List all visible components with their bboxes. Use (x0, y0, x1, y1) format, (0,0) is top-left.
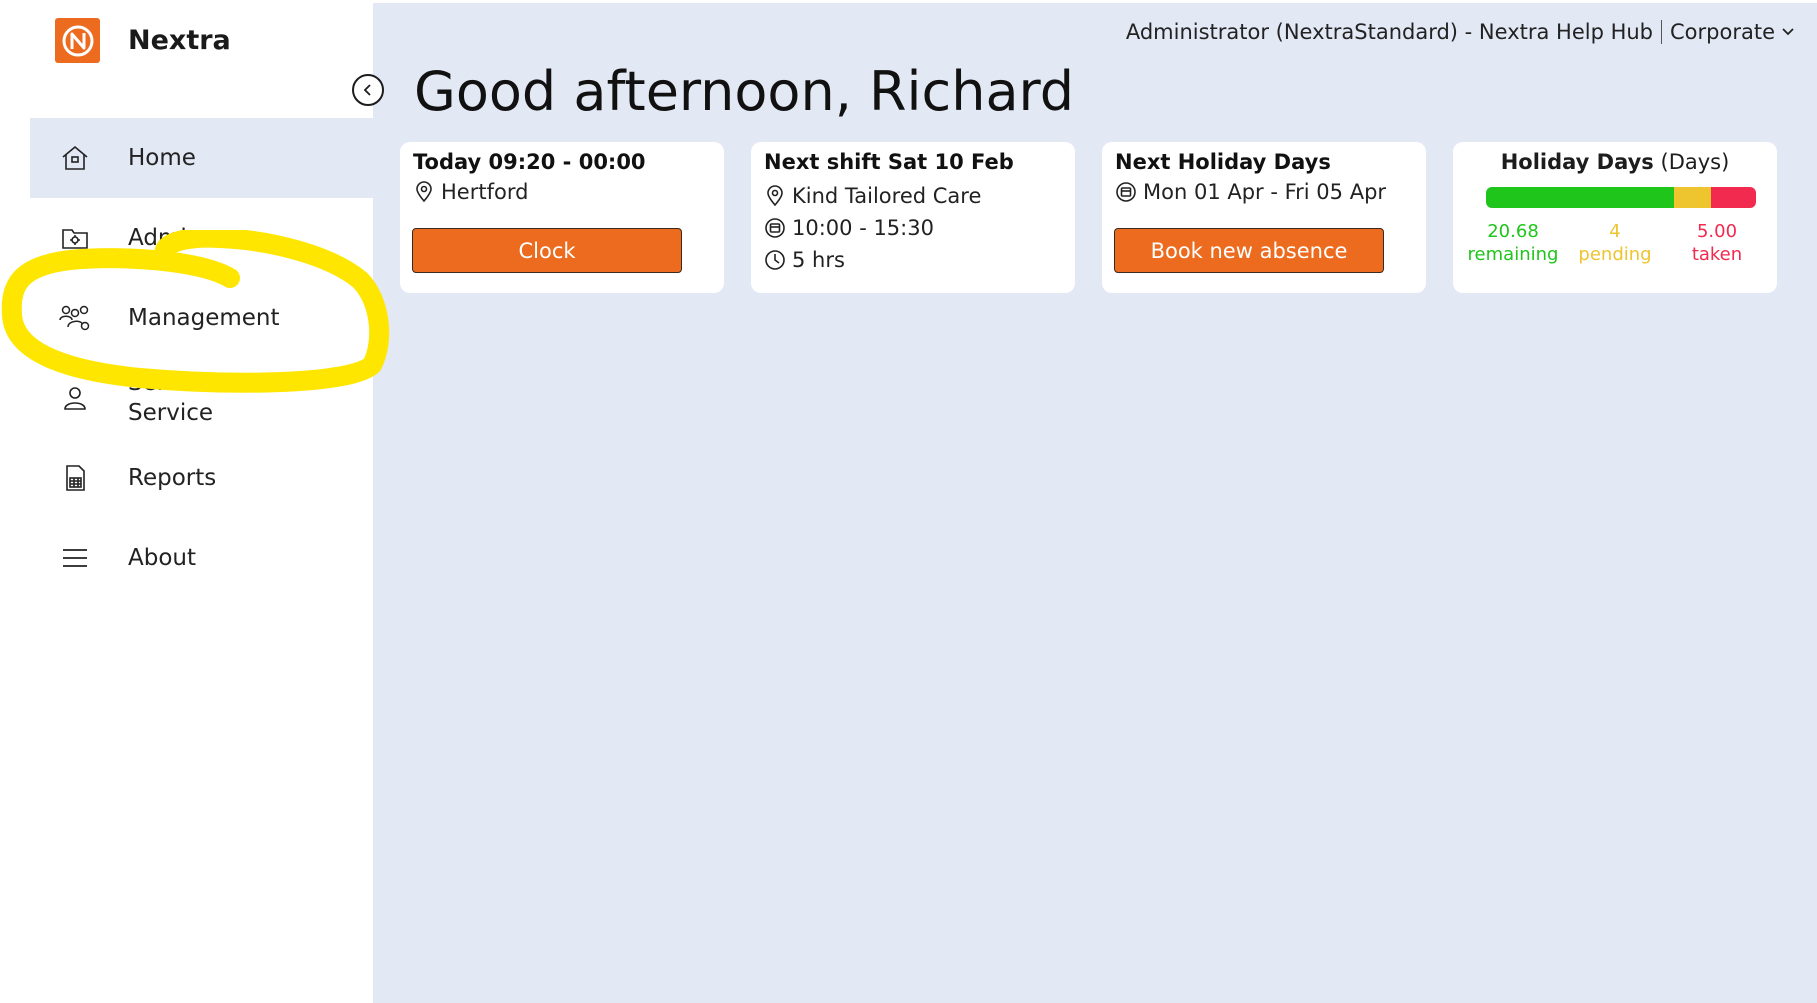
shift-place-row: Kind Tailored Care (764, 184, 1062, 208)
header-user-menu[interactable]: Administrator (NextraStandard) - Nextra … (1126, 20, 1795, 44)
today-title: Today 09:20 - 00:00 (413, 150, 646, 174)
taken-segment (1710, 187, 1756, 208)
collapse-sidebar-button[interactable] (352, 74, 384, 106)
pending-stat: 4 pending (1565, 220, 1665, 266)
page-greeting: Good afternoon, Richard (414, 60, 1075, 123)
remaining-stat: 20.68 remaining (1463, 220, 1563, 266)
sidebar-item-label: About (128, 545, 197, 571)
management-people-icon (58, 301, 92, 335)
next-shift-title: Next shift Sat 10 Feb (764, 150, 1014, 174)
next-holiday-title: Next Holiday Days (1115, 150, 1331, 174)
shift-time: 10:00 - 15:30 (792, 216, 934, 240)
org-selector[interactable]: Corporate (1670, 20, 1775, 44)
sidebar-item-label: Management (128, 305, 280, 331)
report-icon (58, 461, 92, 495)
sidebar-item-self-service[interactable]: Self- Service (30, 358, 373, 438)
taken-stat: 5.00 taken (1667, 220, 1767, 266)
next-shift-card: Next shift Sat 10 Feb Kind Tailored Care… (751, 142, 1075, 293)
user-info: Administrator (NextraStandard) - Nextra … (1125, 20, 1654, 44)
today-location-row: Hertford (413, 180, 711, 204)
holiday-days-unit: (Days) (1660, 150, 1730, 174)
shift-time-row: 10:00 - 15:30 (764, 216, 1062, 240)
holiday-stats: 20.68 remaining 4 pending 5.00 taken (1463, 220, 1767, 266)
remaining-value: 20.68 (1487, 221, 1539, 242)
sidebar-item-about[interactable]: About (30, 518, 373, 598)
chevron-left-icon (363, 84, 371, 96)
holiday-days-title: Holiday Days (Days) (1466, 150, 1764, 174)
location-pin-icon (413, 181, 435, 203)
pending-label: pending (1578, 244, 1652, 265)
next-holiday-card: Next Holiday Days Mon 01 Apr - Fri 05 Ap… (1102, 142, 1426, 293)
home-icon (58, 141, 92, 175)
sidebar-item-management[interactable]: Management (30, 278, 373, 358)
today-card: Today 09:20 - 00:00 Hertford Clock (400, 142, 724, 293)
remaining-label: remaining (1467, 244, 1559, 265)
sidebar-item-label: Home (128, 145, 196, 171)
sidebar-item-label: Self- Service (128, 370, 214, 426)
admin-folder-icon (58, 221, 92, 255)
sidebar-item-label: Admin (128, 225, 202, 251)
chevron-down-icon (1782, 28, 1794, 36)
sidebar: Nextra Home Admin Management Self- Servi… (0, 0, 373, 1003)
sidebar-item-admin[interactable]: Admin (30, 198, 373, 278)
shift-duration-row: 5 hrs (764, 248, 1062, 272)
today-location: Hertford (441, 180, 529, 204)
clock-icon (764, 249, 786, 271)
taken-value: 5.00 (1696, 221, 1738, 242)
remaining-segment (1486, 187, 1675, 208)
shift-duration: 5 hrs (792, 248, 845, 272)
holiday-days-card: Holiday Days (Days) 20.68 remaining 4 pe… (1453, 142, 1777, 293)
sidebar-item-reports[interactable]: Reports (30, 438, 373, 518)
shift-place: Kind Tailored Care (792, 184, 982, 208)
location-pin-icon (764, 185, 786, 207)
holiday-dates-row: Mon 01 Apr - Fri 05 Apr (1115, 180, 1413, 204)
calendar-icon (1115, 181, 1137, 203)
holiday-days-title-text: Holiday Days (1500, 150, 1654, 174)
book-new-absence-button[interactable]: Book new absence (1114, 228, 1384, 273)
holiday-progress-bar (1486, 187, 1756, 208)
app-name: Nextra (128, 25, 231, 56)
holiday-dates: Mon 01 Apr - Fri 05 Apr (1143, 180, 1387, 204)
sidebar-nav: Home Admin Management Self- Service Repo… (30, 118, 373, 598)
taken-label: taken (1691, 244, 1743, 265)
user-icon (58, 381, 92, 415)
pending-segment (1674, 187, 1711, 208)
clock-button[interactable]: Clock (412, 228, 682, 273)
calendar-icon (764, 217, 786, 239)
sidebar-item-label: Reports (128, 465, 217, 491)
pending-value: 4 (1609, 221, 1621, 242)
brand[interactable]: Nextra (55, 18, 231, 63)
nextra-logo-icon (55, 18, 100, 63)
sidebar-item-home[interactable]: Home (30, 118, 373, 198)
menu-icon (58, 541, 92, 575)
separator (1661, 20, 1663, 44)
